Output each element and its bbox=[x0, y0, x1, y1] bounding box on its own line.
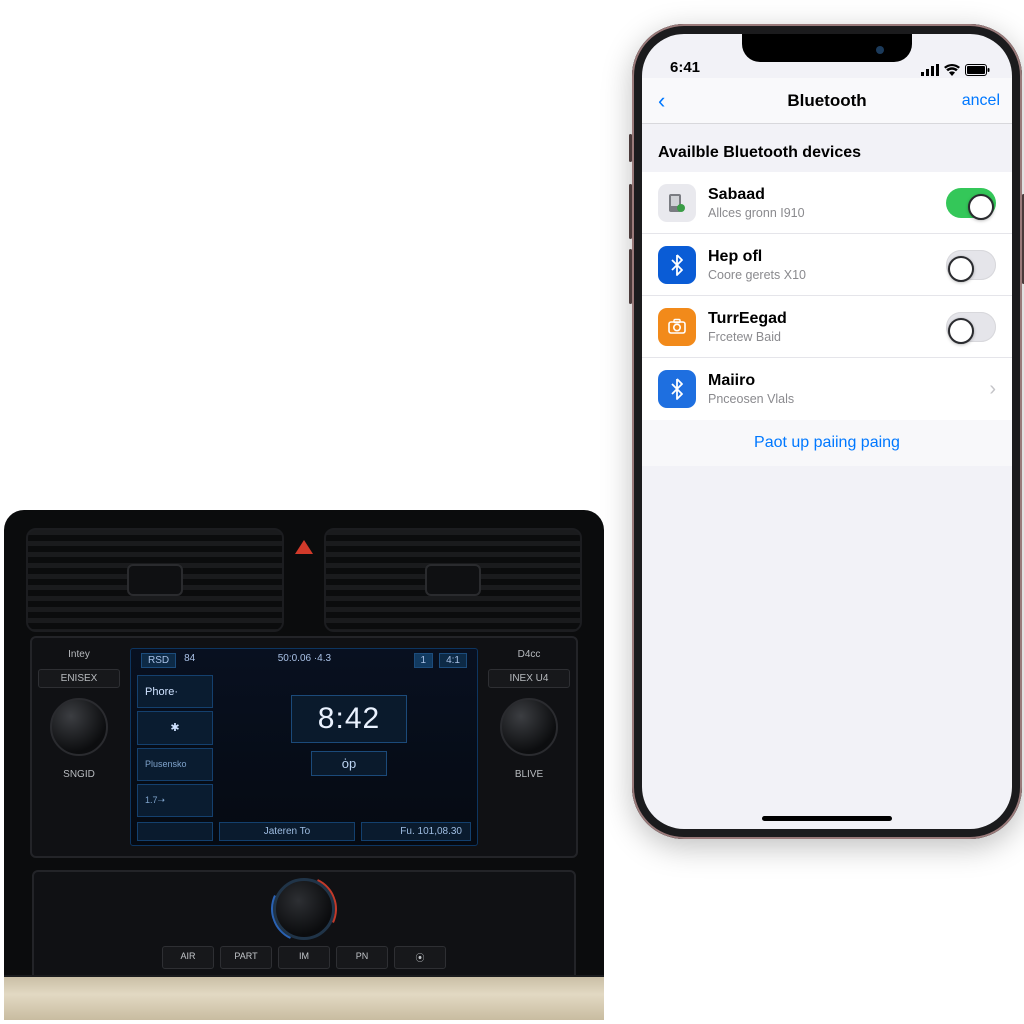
head-unit-left-panel: Intey ENISEX SNGID bbox=[32, 638, 126, 856]
device-row[interactable]: Sabaad Allces gronn I910 bbox=[642, 172, 1012, 234]
hu-right-top-label: D4cc bbox=[488, 646, 570, 663]
device-row[interactable]: Maiiro Pnceosen Vlals › bbox=[642, 358, 1012, 420]
device-row[interactable]: TurrEegad Frcetew Baid bbox=[642, 296, 1012, 358]
vent-right[interactable] bbox=[324, 528, 582, 632]
phone-volume-down[interactable] bbox=[629, 249, 632, 304]
head-unit-right-panel: D4cc INEX U4 BLIVE bbox=[482, 638, 576, 856]
bluetooth-icon bbox=[658, 246, 696, 284]
hu-bottombar: Jateren To Fu. 101,08.30 bbox=[131, 822, 477, 841]
device-sub: Frcetew Baid bbox=[708, 330, 934, 344]
hu-left-button-1[interactable]: ENISEX bbox=[38, 669, 120, 688]
device-name: Sabaad bbox=[708, 186, 934, 204]
phone-volume-up[interactable] bbox=[629, 184, 632, 239]
device-sub: Allces gronn I910 bbox=[708, 206, 934, 220]
device-app-icon bbox=[658, 184, 696, 222]
device-name: TurrEegad bbox=[708, 310, 934, 328]
dash-lower-trim bbox=[4, 975, 604, 1020]
hu-bottom-right: Fu. 101,08.30 bbox=[361, 822, 471, 841]
section-header-available-devices: Availble Bluetooth devices bbox=[642, 124, 1012, 172]
wifi-icon bbox=[944, 64, 960, 76]
home-indicator[interactable] bbox=[762, 816, 892, 821]
nav-bar: ‹ Bluetooth ancel bbox=[642, 78, 1012, 124]
phone-notch bbox=[742, 34, 912, 62]
head-unit: Intey ENISEX SNGID RSD 84 50:0.06 ·4.3 1… bbox=[30, 636, 578, 858]
hu-tab-4[interactable]: 1.7➝ bbox=[137, 784, 213, 817]
device-name: Hep ofl bbox=[708, 248, 934, 266]
vent-knob[interactable] bbox=[425, 564, 481, 596]
device-labels: Sabaad Allces gronn I910 bbox=[708, 186, 934, 220]
hu-right-bottom-label: BLIVE bbox=[488, 766, 570, 783]
bluetooth-icon bbox=[658, 370, 696, 408]
volume-knob[interactable] bbox=[50, 698, 108, 756]
hu-clock: 8:42 bbox=[291, 695, 407, 743]
hu-tab-bt-icon[interactable]: ✱ bbox=[137, 711, 213, 744]
hazard-button-icon[interactable] bbox=[295, 540, 313, 554]
hu-side-tabs: Phore· ✱ Plusensko 1.7➝ bbox=[137, 675, 213, 817]
hu-tab-phone[interactable]: Phore· bbox=[137, 675, 213, 708]
status-icons bbox=[921, 64, 990, 76]
device-labels: Hep ofl Coore gerets X10 bbox=[708, 248, 934, 282]
status-time: 6:41 bbox=[670, 59, 700, 76]
vent-knob[interactable] bbox=[127, 564, 183, 596]
phone-device-frame: 6:41 ‹ Bluetooth ancel Availble Bluetoot… bbox=[632, 24, 1022, 839]
chevron-right-icon: › bbox=[989, 378, 996, 401]
vent-left[interactable] bbox=[26, 528, 284, 632]
device-sub: Pnceosen Vlals bbox=[708, 392, 977, 406]
device-labels: Maiiro Pnceosen Vlals bbox=[708, 372, 977, 406]
phone-silence-switch[interactable] bbox=[629, 134, 632, 162]
hu-left-top-label: Intey bbox=[38, 646, 120, 663]
temperature-dial[interactable] bbox=[273, 878, 335, 940]
hu-top-r1: 1 bbox=[414, 653, 434, 668]
camera-icon bbox=[658, 308, 696, 346]
climate-buttons: AIR PART IM PN ⦿ bbox=[42, 946, 566, 969]
hu-subline: ȯp bbox=[311, 751, 387, 776]
car-dashboard: Intey ENISEX SNGID RSD 84 50:0.06 ·4.3 1… bbox=[4, 510, 604, 1020]
back-button[interactable]: ‹ bbox=[654, 88, 669, 114]
pair-new-link[interactable]: Paot up paiing paing bbox=[642, 420, 1012, 466]
hu-center: 8:42 ȯp bbox=[251, 695, 447, 776]
hu-tab-3[interactable]: Plusensko bbox=[137, 748, 213, 781]
device-row[interactable]: Hep ofl Coore gerets X10 bbox=[642, 234, 1012, 296]
tune-knob[interactable] bbox=[500, 698, 558, 756]
device-sub: Coore gerets X10 bbox=[708, 268, 934, 282]
head-unit-screen[interactable]: RSD 84 50:0.06 ·4.3 1 4:1 Phore· ✱ Pluse… bbox=[130, 648, 478, 846]
hu-topbar: RSD 84 50:0.06 ·4.3 1 4:1 bbox=[131, 653, 477, 668]
hu-top-r2: 4:1 bbox=[439, 653, 467, 668]
hu-right-button-1[interactable]: INEX U4 bbox=[488, 669, 570, 688]
nav-title: Bluetooth bbox=[642, 91, 1012, 111]
hu-bottom-center[interactable]: Jateren To bbox=[219, 822, 355, 841]
climate-btn-pn[interactable]: PN bbox=[336, 946, 388, 969]
device-toggle[interactable] bbox=[946, 250, 996, 280]
hu-left-bottom-label: SNGID bbox=[38, 766, 120, 783]
hu-top-left-b: 84 bbox=[184, 653, 195, 668]
battery-icon bbox=[965, 64, 990, 76]
cellular-icon bbox=[921, 64, 939, 76]
climate-panel: AIR PART IM PN ⦿ PUS P70N PDI bbox=[32, 870, 576, 988]
climate-btn-last[interactable]: ⦿ bbox=[394, 946, 446, 969]
device-labels: TurrEegad Frcetew Baid bbox=[708, 310, 934, 344]
hu-top-left-a: RSD bbox=[141, 653, 176, 668]
device-toggle[interactable] bbox=[946, 312, 996, 342]
hu-top-center: 50:0.06 ·4.3 bbox=[278, 653, 331, 668]
device-toggle[interactable] bbox=[946, 188, 996, 218]
nav-cancel-link[interactable]: ancel bbox=[962, 92, 1000, 110]
climate-btn-air[interactable]: AIR bbox=[162, 946, 214, 969]
device-name: Maiiro bbox=[708, 372, 977, 390]
phone-screen: 6:41 ‹ Bluetooth ancel Availble Bluetoot… bbox=[642, 34, 1012, 829]
climate-btn-im[interactable]: IM bbox=[278, 946, 330, 969]
device-list: Sabaad Allces gronn I910 Hep ofl Coore g… bbox=[642, 172, 1012, 420]
climate-btn-part[interactable]: PART bbox=[220, 946, 272, 969]
